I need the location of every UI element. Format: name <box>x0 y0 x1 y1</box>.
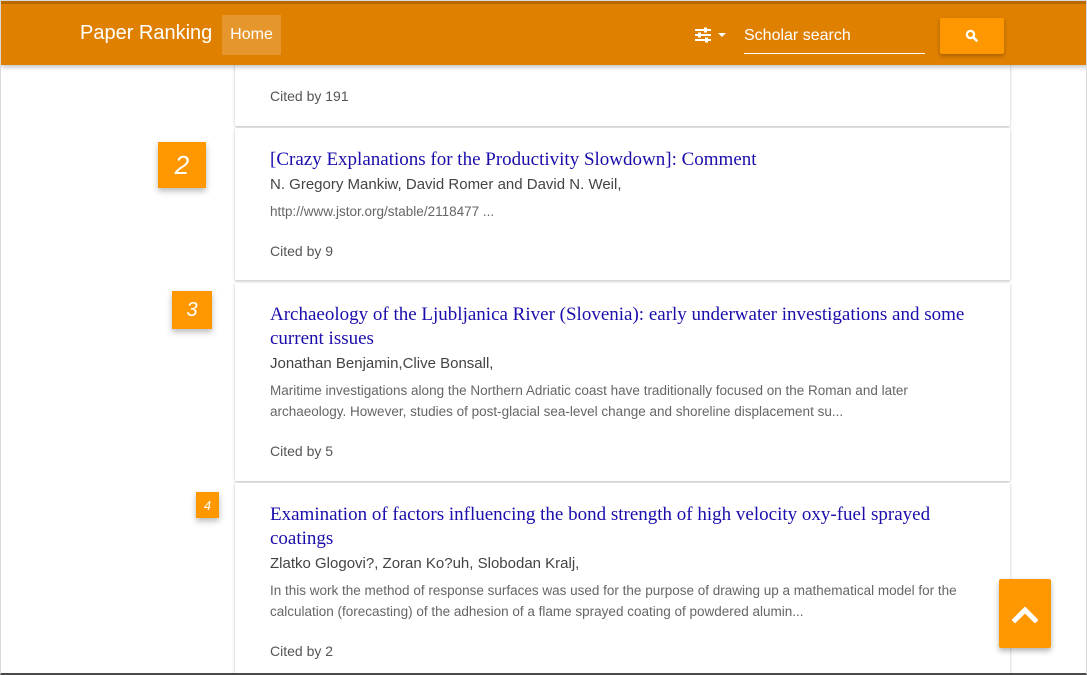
result-card: Examination of factors influencing the b… <box>235 483 1010 673</box>
search-icon <box>965 29 978 42</box>
paper-authors: Jonathan Benjamin,Clive Bonsall, <box>270 355 494 372</box>
paper-authors: N. Gregory Mankiw, David Romer and David… <box>270 176 622 193</box>
caret-down-icon <box>718 33 726 37</box>
sliders-icon <box>695 27 726 43</box>
rank-badge: 3 <box>172 291 212 329</box>
rank-badge: 4 <box>196 492 219 518</box>
result-card: [Crazy Explanations for the Productivity… <box>235 128 1010 280</box>
paper-abstract: Maritime investigations along the Northe… <box>270 383 908 419</box>
page-frame: Cited by 191 2 [Crazy Explanations for t… <box>0 0 1087 675</box>
search-filter-dropdown[interactable] <box>694 24 730 46</box>
result-card: Archaeology of the Ljubljanica River (Sl… <box>235 283 1010 481</box>
paper-title-link[interactable]: Archaeology of the Ljubljanica River (Sl… <box>270 303 975 351</box>
paper-title-link[interactable]: Examination of factors influencing the b… <box>270 503 975 551</box>
paper-authors: Zlatko Glogovi?, Zoran Ko?uh, Slobodan K… <box>270 555 580 572</box>
paper-abstract: http://www.jstor.org/stable/2118477 ... <box>270 204 495 219</box>
cited-by-link[interactable]: Cited by 9 <box>270 243 333 259</box>
brand-logo[interactable]: Paper Ranking <box>80 22 212 45</box>
nav-home-link[interactable]: Home <box>222 15 281 55</box>
cited-by-link[interactable]: Cited by 2 <box>270 643 333 659</box>
chevron-up-icon <box>1012 605 1038 623</box>
scholar-search-input[interactable] <box>744 18 925 54</box>
top-navbar: Paper Ranking Home <box>1 1 1086 65</box>
paper-abstract: In this work the method of response surf… <box>270 583 957 619</box>
back-to-top-button[interactable] <box>999 579 1051 648</box>
search-button[interactable] <box>940 18 1004 54</box>
cited-by-link[interactable]: Cited by 191 <box>270 88 349 104</box>
rank-badge: 2 <box>158 142 206 188</box>
paper-title-link[interactable]: [Crazy Explanations for the Productivity… <box>270 148 975 172</box>
cited-by-link[interactable]: Cited by 5 <box>270 443 333 459</box>
